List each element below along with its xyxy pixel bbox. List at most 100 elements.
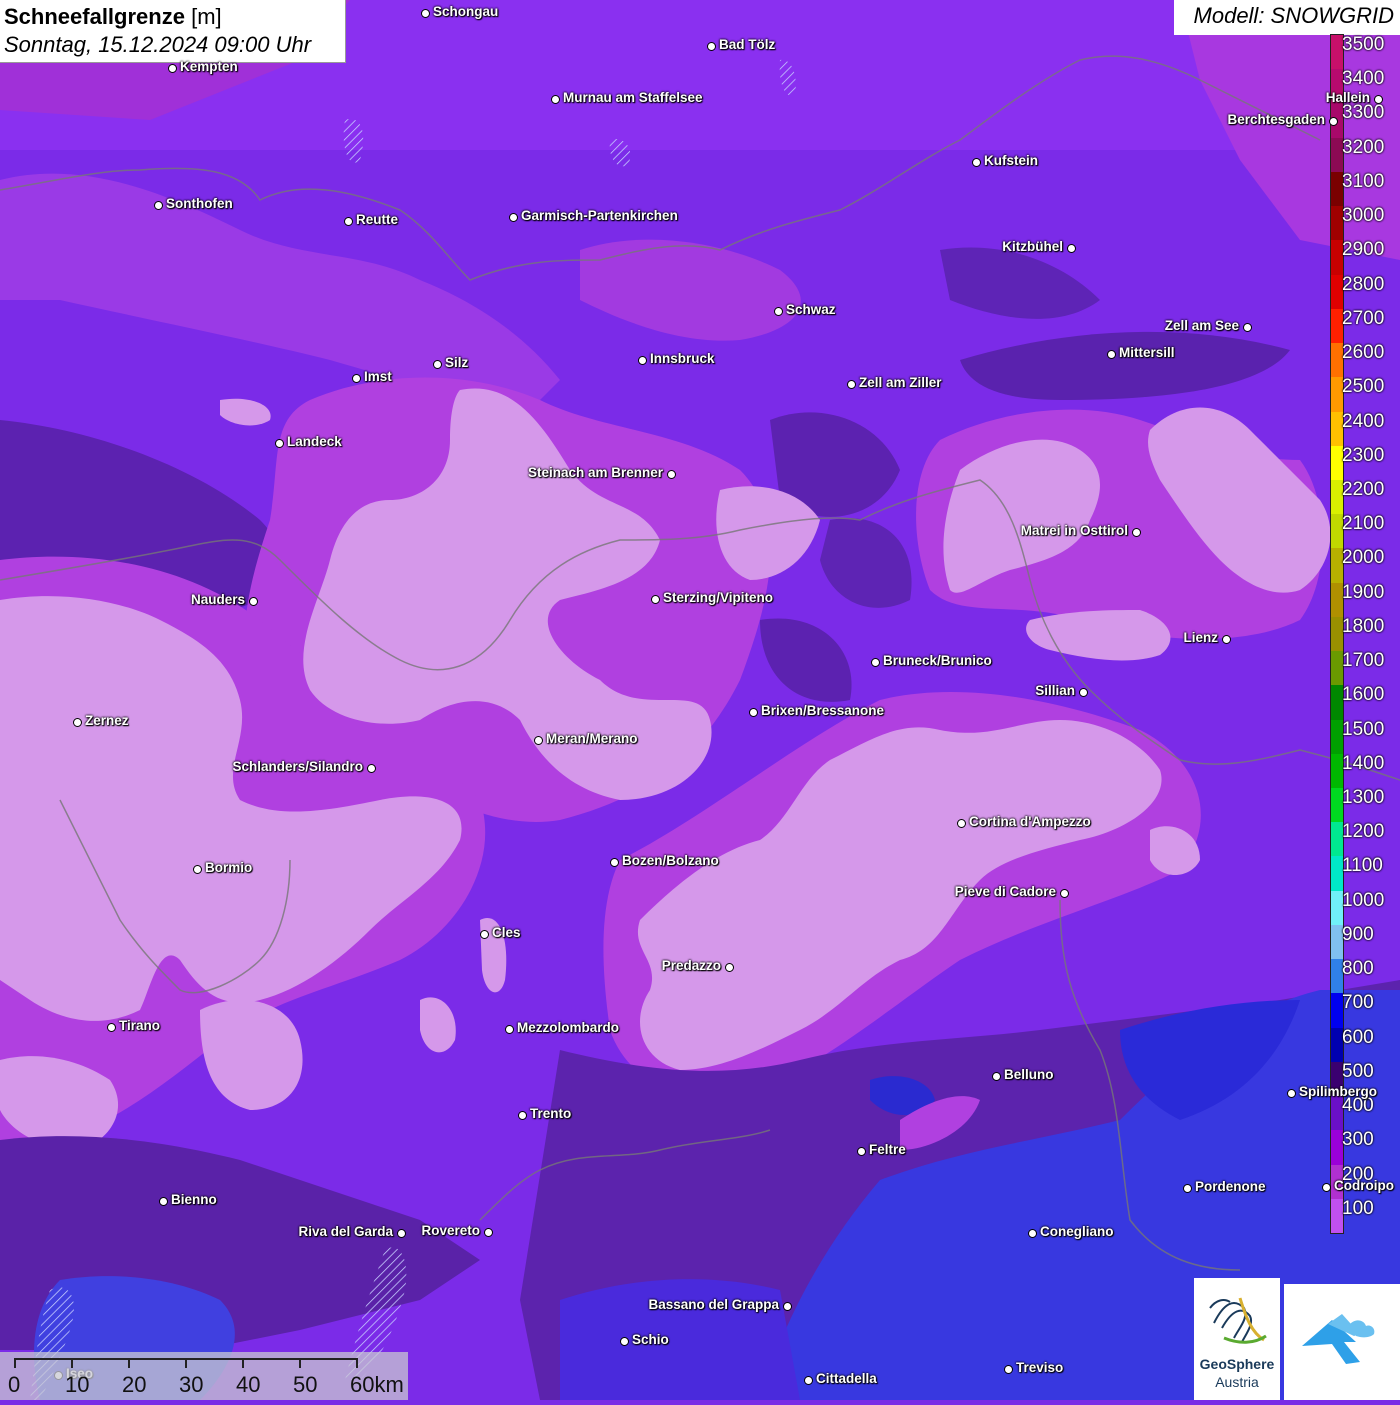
city-label: Riva del Garda (298, 1224, 393, 1239)
city-label: Feltre (869, 1142, 906, 1157)
legend-label: 1300 (1342, 787, 1385, 809)
city-marker-icon (1079, 688, 1088, 697)
city-label: Cittadella (816, 1371, 877, 1386)
geosphere-logo-subtext: Austria (1215, 1374, 1259, 1390)
city-label: Landeck (287, 434, 342, 449)
city-marker-icon (344, 217, 353, 226)
city-marker-icon (275, 439, 284, 448)
city-label: Zernez (85, 713, 129, 728)
city-marker-icon (518, 1111, 527, 1120)
scale-label: 0 (8, 1372, 21, 1397)
city-label: Sterzing/Vipiteno (663, 590, 774, 605)
legend-label: 3500 (1342, 34, 1385, 55)
city-label: Imst (364, 369, 392, 384)
map-title-unit: [m] (191, 4, 222, 29)
legend-label: 2500 (1342, 376, 1385, 398)
city-marker-icon (1329, 117, 1338, 126)
city-label: Meran/Merano (546, 731, 638, 746)
model-label: Modell: SNOWGRID (1174, 0, 1400, 35)
city-marker-icon (367, 764, 376, 773)
city-marker-icon (352, 374, 361, 383)
scale-tick (185, 1358, 187, 1368)
city-marker-icon (847, 380, 856, 389)
legend-label: 3200 (1342, 136, 1385, 158)
scale-tick (14, 1358, 16, 1368)
city-label: Sillian (1035, 683, 1075, 698)
city-label: Garmisch-Partenkirchen (521, 208, 678, 223)
legend-label: 2200 (1342, 478, 1385, 500)
city-label: Predazzo (661, 958, 721, 973)
city-marker-icon (509, 213, 518, 222)
city-label: Nauders (190, 592, 245, 607)
city-label: Schlanders/Silandro (232, 759, 363, 774)
scale-label: 50 (293, 1372, 318, 1397)
city-marker-icon (957, 819, 966, 828)
scale-label: 30 (179, 1372, 204, 1397)
legend-label: 3400 (1342, 68, 1385, 90)
city-marker-icon (1107, 350, 1116, 359)
city-marker-icon (159, 1197, 168, 1206)
city-label: Bad Tölz (719, 37, 776, 52)
scale-tick (71, 1358, 73, 1368)
city-marker-icon (871, 658, 880, 667)
city-marker-icon (168, 64, 177, 73)
city-label: Zell am See (1164, 318, 1239, 333)
legend-label: 900 (1342, 923, 1374, 945)
partner-logo (1284, 1284, 1400, 1400)
city-label: Bormio (205, 860, 253, 875)
map-title-main: Schneefallgrenze (4, 4, 185, 29)
city-marker-icon (620, 1337, 629, 1346)
city-marker-icon (707, 42, 716, 51)
legend-label: 800 (1342, 958, 1374, 980)
city-marker-icon (992, 1072, 1001, 1081)
city-label: Belluno (1004, 1067, 1054, 1082)
legend-label: 1900 (1342, 581, 1385, 603)
city-label: Bruneck/Brunico (883, 653, 992, 668)
city-marker-icon (638, 356, 647, 365)
city-label: Cles (492, 925, 521, 940)
city-label: Kitzbühel (1002, 239, 1063, 254)
legend-label: 1600 (1342, 684, 1385, 706)
city-label: Pordenone (1195, 1179, 1266, 1194)
city-marker-icon (249, 597, 258, 606)
legend-label: 1500 (1342, 718, 1385, 740)
scale-tick (128, 1358, 130, 1368)
legend-label: 2600 (1342, 342, 1385, 364)
city-label: Schongau (433, 4, 499, 19)
legend-label: 2300 (1342, 444, 1385, 466)
city-marker-icon (73, 718, 82, 727)
city-marker-icon (480, 930, 489, 939)
legend-label: 1000 (1342, 889, 1385, 911)
city-label: Hallein (1325, 90, 1370, 105)
city-label: Lienz (1183, 630, 1218, 645)
city-label: Bassano del Grappa (648, 1297, 779, 1312)
city-marker-icon (1322, 1183, 1331, 1192)
map-datetime: Sonntag, 15.12.2024 09:00 Uhr (4, 32, 312, 57)
city-marker-icon (1060, 889, 1069, 898)
city-marker-icon (433, 360, 442, 369)
city-marker-icon (610, 858, 619, 867)
legend-label: 700 (1342, 992, 1374, 1014)
city-label: Reutte (356, 212, 399, 227)
map-title: Schneefallgrenze [m] (4, 3, 341, 31)
scale-label: 40 (236, 1372, 261, 1397)
city-marker-icon (783, 1302, 792, 1311)
city-marker-icon (1287, 1089, 1296, 1098)
geosphere-logo: GeoSphere Austria (1194, 1278, 1280, 1400)
city-label: Murnau am Staffelsee (563, 90, 703, 105)
city-label: Cortina d'Ampezzo (969, 814, 1091, 829)
city-label: Schio (632, 1332, 669, 1347)
city-label: Kufstein (984, 153, 1038, 168)
city-label: Mittersill (1119, 345, 1175, 360)
city-label: Silz (445, 355, 469, 370)
city-label: Schwaz (786, 302, 836, 317)
legend-label: 1200 (1342, 821, 1385, 843)
legend-label: 600 (1342, 1026, 1374, 1048)
legend-label: 2400 (1342, 410, 1385, 432)
geosphere-logo-text: GeoSphere (1199, 1356, 1275, 1372)
city-label: Steinach am Brenner (527, 465, 663, 480)
city-marker-icon (1183, 1184, 1192, 1193)
city-marker-icon (107, 1023, 116, 1032)
city-marker-icon (1067, 244, 1076, 253)
city-label: Matrei in Osttirol (1020, 523, 1128, 538)
